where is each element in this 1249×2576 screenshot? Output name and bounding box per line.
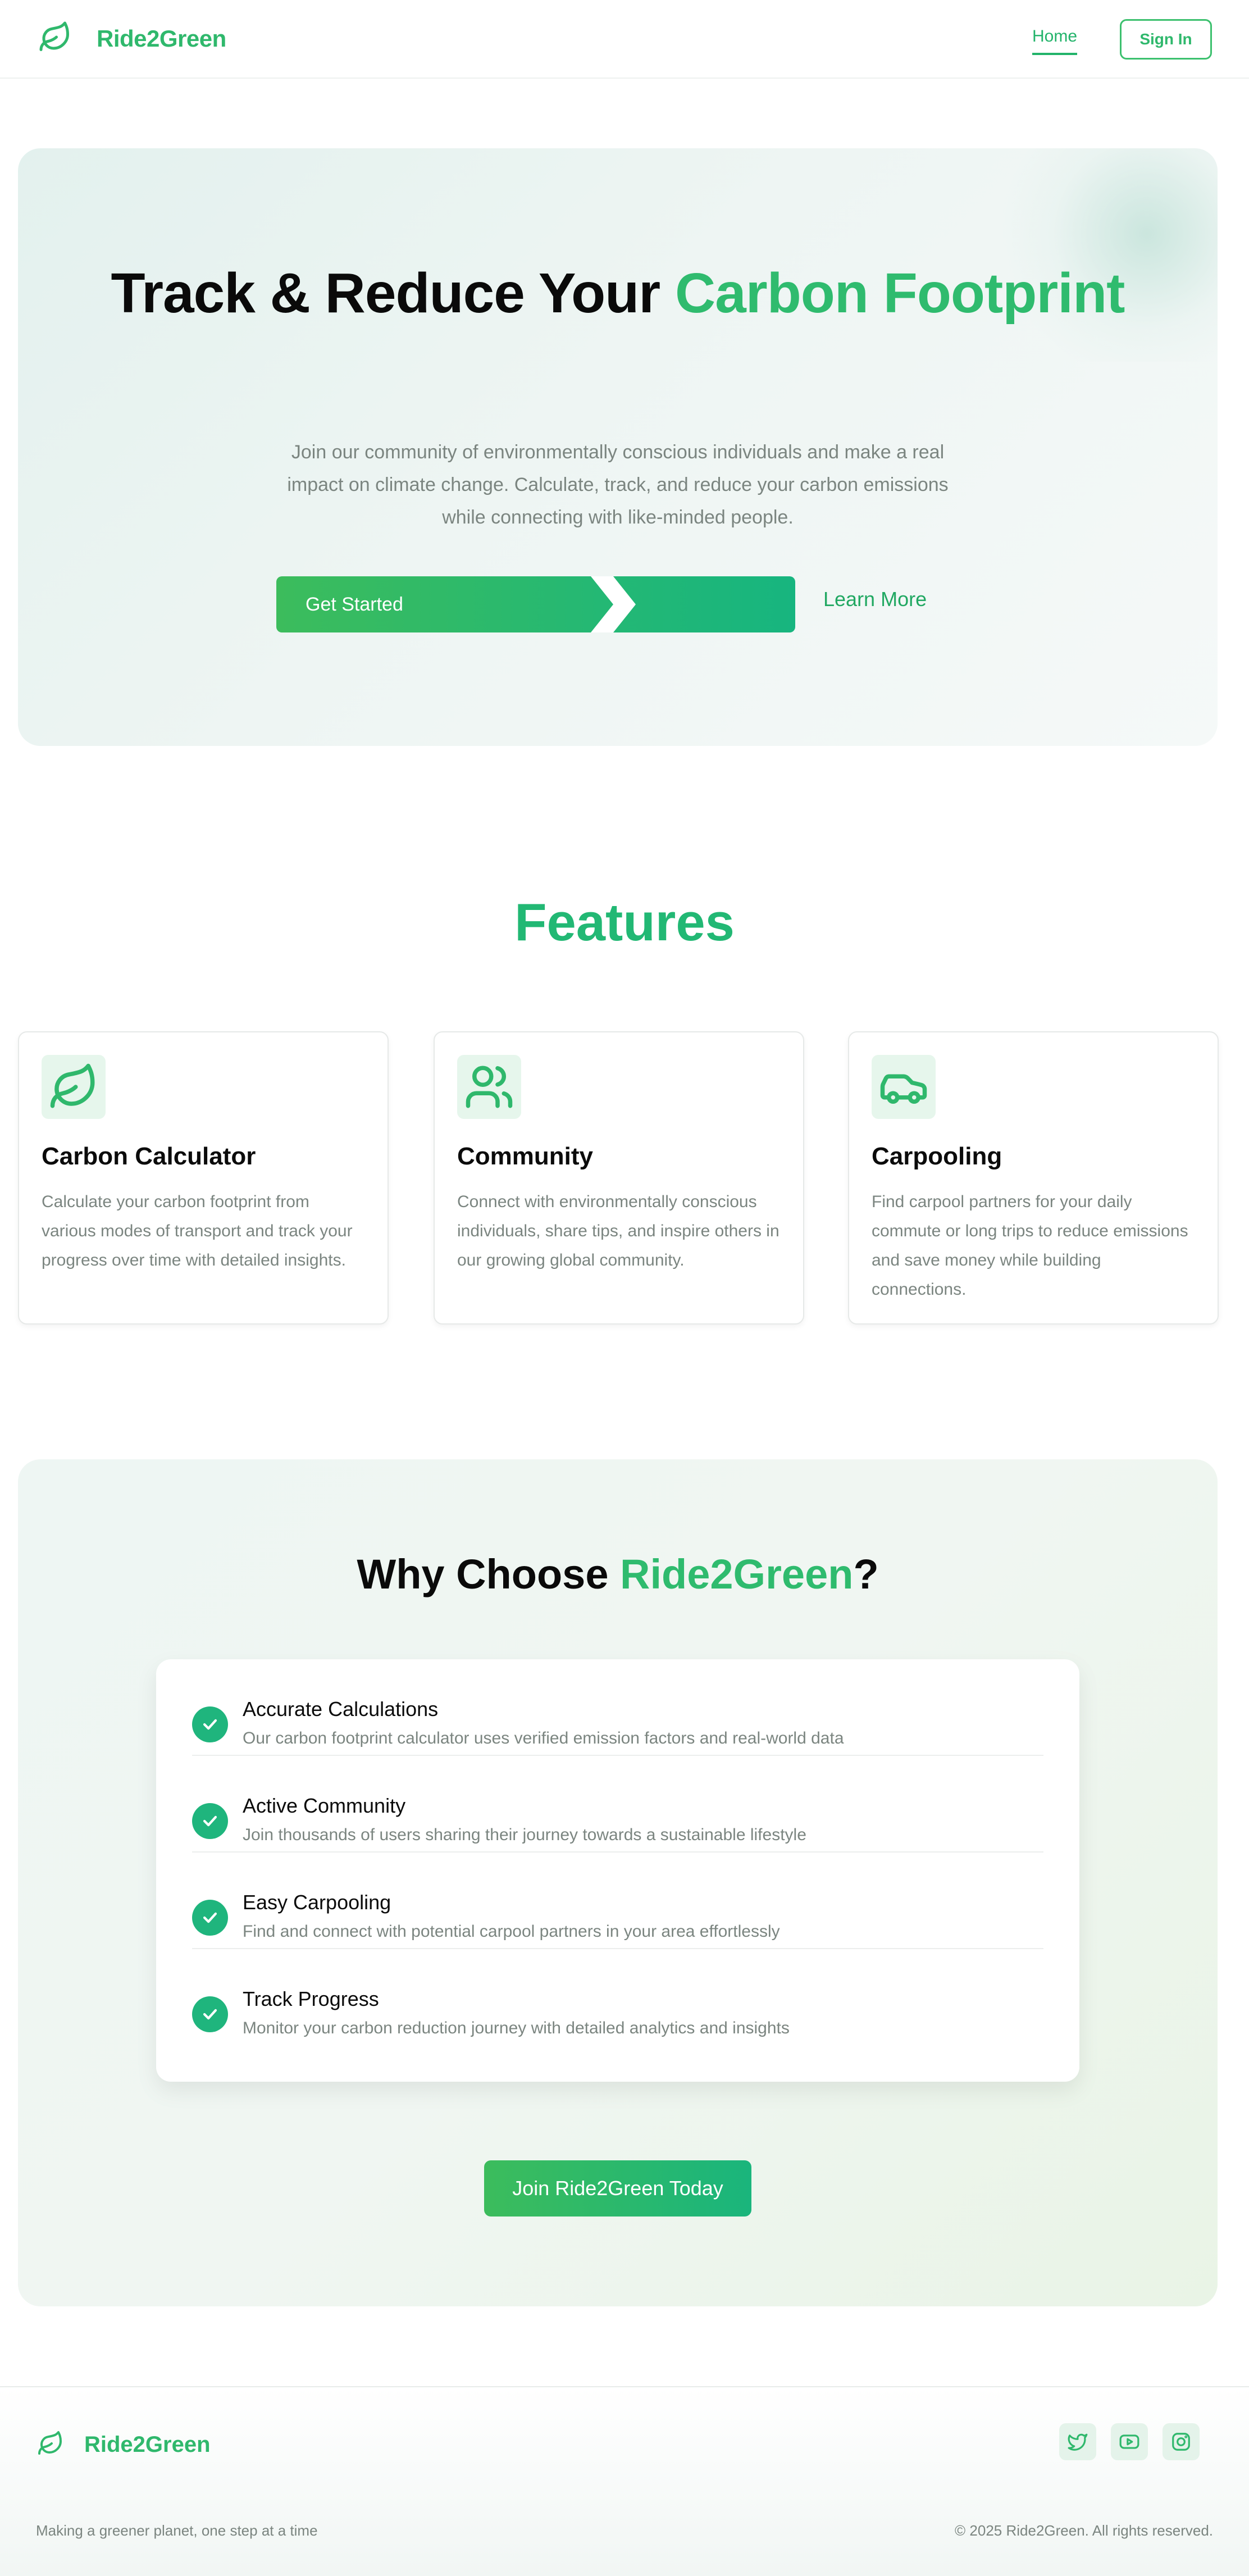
why-title-brand: Ride2Green	[620, 1551, 854, 1598]
feature-card-title: Community	[457, 1143, 593, 1170]
footer: Ride2Green Making a greener planet, one …	[0, 2386, 1249, 2576]
car-icon	[872, 1055, 936, 1119]
hero-title: Track & Reduce Your Carbon Footprint	[18, 261, 1218, 326]
benefits-list: Accurate Calculations Our carbon footpri…	[156, 1659, 1079, 2082]
instagram-icon[interactable]	[1163, 2423, 1200, 2460]
footer-copyright: © 2025 Ride2Green. All rights reserved.	[955, 2522, 1213, 2539]
list-item-desc: Our carbon footprint calculator uses ver…	[243, 1729, 844, 1747]
footer-tagline: Making a greener planet, one step at a t…	[36, 2522, 318, 2539]
join-button[interactable]: Join Ride2Green Today	[484, 2160, 751, 2217]
list-item-title: Easy Carpooling	[243, 1891, 391, 1914]
leaf-icon	[38, 20, 72, 57]
get-started-label: Get Started	[306, 593, 403, 615]
list-item-desc: Monitor your carbon reduction journey wi…	[243, 2019, 790, 2037]
hero-section: Track & Reduce Your Carbon Footprint Joi…	[18, 148, 1218, 746]
brand[interactable]: Ride2Green	[38, 20, 226, 57]
footer-brand[interactable]: Ride2Green	[37, 2430, 211, 2460]
chevron-right-icon	[591, 576, 636, 632]
sign-in-button[interactable]: Sign In	[1120, 19, 1212, 60]
list-item: Active Community Join thousands of users…	[192, 1756, 1043, 1853]
list-item-title: Active Community	[243, 1794, 406, 1817]
youtube-icon[interactable]	[1111, 2423, 1148, 2460]
top-nav: Ride2Green Home Sign In	[0, 0, 1249, 79]
hero-subtitle: Join our community of environmentally co…	[287, 442, 949, 528]
footer-brand-name: Ride2Green	[84, 2432, 211, 2457]
feature-card-text: Find carpool partners for your daily com…	[872, 1193, 1188, 1299]
list-item: Accurate Calculations Our carbon footpri…	[192, 1659, 1043, 1756]
brand-name: Ride2Green	[97, 25, 226, 52]
feature-card-title: Carbon Calculator	[42, 1143, 256, 1170]
feature-card-text: Calculate your carbon footprint from var…	[42, 1193, 353, 1269]
why-title-post: ?	[853, 1551, 879, 1598]
learn-more-button[interactable]: Learn More	[823, 588, 927, 611]
feature-card-community: Community Connect with environmentally c…	[434, 1031, 804, 1325]
check-icon	[192, 1996, 228, 2032]
features-title: Features	[514, 893, 735, 952]
list-item-title: Accurate Calculations	[243, 1697, 439, 1721]
check-icon	[192, 1803, 228, 1839]
list-item-desc: Find and connect with potential carpool …	[243, 1922, 780, 1941]
leaf-icon	[42, 1055, 106, 1119]
leaf-icon	[37, 2430, 64, 2460]
list-item: Easy Carpooling Find and connect with po…	[192, 1853, 1043, 1949]
get-started-button[interactable]: Get Started	[276, 576, 795, 632]
feature-card-text: Connect with environmentally conscious i…	[457, 1193, 780, 1269]
hero-title-main: Track & Reduce Your	[111, 262, 675, 325]
users-icon	[457, 1055, 521, 1119]
feature-card-title: Carpooling	[872, 1143, 1002, 1170]
check-icon	[192, 1706, 228, 1742]
list-item-title: Track Progress	[243, 1987, 379, 2010]
feature-card-carbon-calculator: Carbon Calculator Calculate your carbon …	[18, 1031, 389, 1325]
list-item-desc: Join thousands of users sharing their jo…	[243, 1826, 806, 1844]
twitter-icon[interactable]	[1059, 2423, 1096, 2460]
hero-title-highlight: Carbon Footprint	[674, 262, 1125, 325]
why-choose-section: Why Choose Ride2Green? Accurate Calculat…	[18, 1459, 1218, 2306]
feature-card-carpooling: Carpooling Find carpool partners for you…	[848, 1031, 1219, 1325]
nav-home-link[interactable]: Home	[1032, 27, 1078, 55]
check-icon	[192, 1900, 228, 1936]
why-choose-title: Why Choose Ride2Green?	[18, 1550, 1218, 1598]
why-title-pre: Why Choose	[357, 1551, 621, 1598]
hero-decoration	[982, 148, 1218, 362]
list-item: Track Progress Monitor your carbon reduc…	[192, 1949, 1043, 2046]
